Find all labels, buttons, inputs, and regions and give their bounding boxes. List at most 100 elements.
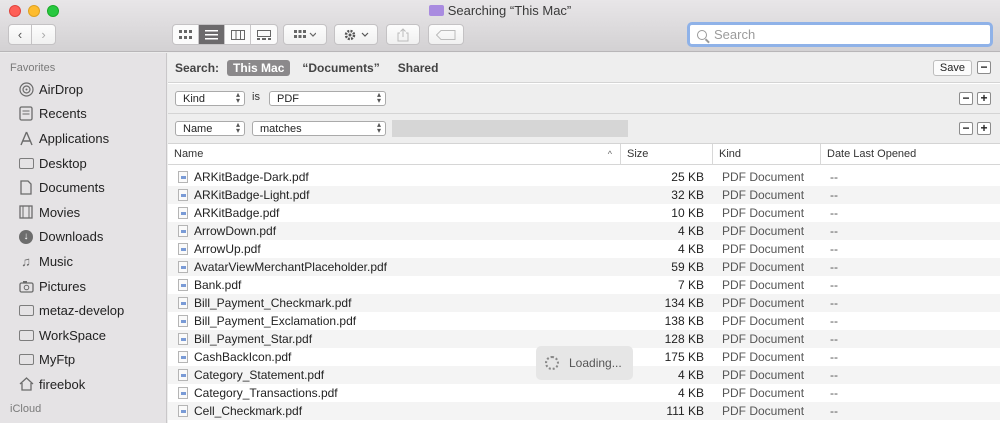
pdf-file-icon: [178, 261, 188, 273]
file-name: Bill_Payment_Checkmark.pdf: [194, 296, 352, 310]
desktop-icon: [18, 156, 34, 170]
remove-criteria-button[interactable]: −: [959, 92, 973, 105]
criteria-operator-popup[interactable]: matches ▴ ▾: [252, 121, 386, 136]
table-row[interactable]: ArrowDown.pdf 4 KB PDF Document --: [168, 222, 1000, 240]
criteria-attribute-popup[interactable]: Name ▴ ▾: [175, 121, 245, 136]
documents-icon: [18, 180, 34, 195]
gear-icon: [344, 29, 369, 40]
table-row[interactable]: Cell_Checkmark.pdf 111 KB PDF Document -…: [168, 402, 1000, 420]
column-header-kind[interactable]: Kind: [713, 144, 821, 165]
sidebar-item-applications[interactable]: Applications: [0, 126, 166, 151]
remove-criteria-button[interactable]: −: [959, 122, 973, 135]
search-field[interactable]: [687, 22, 993, 47]
sidebar-item-metaz-develop[interactable]: metaz-develop: [0, 298, 166, 323]
pdf-file-icon: [178, 405, 188, 417]
column-header-size[interactable]: Size: [621, 144, 713, 165]
criteria-value-popup[interactable]: PDF ▴ ▾: [269, 91, 386, 106]
file-name: AvatarViewMerchantPlaceholder.pdf: [194, 260, 388, 274]
file-name: Cell_Checkmark.pdf: [194, 404, 303, 418]
file-list: ARKitBadge-Dark.pdf 25 KB PDF Document -…: [168, 166, 1000, 423]
file-name: ArrowDown.pdf: [194, 224, 277, 238]
table-row[interactable]: Bill_Payment_Checkmark.pdf 134 KB PDF Do…: [168, 294, 1000, 312]
home-icon: [18, 377, 34, 392]
sidebar-item-airdrop[interactable]: AirDrop: [0, 77, 166, 102]
share-button[interactable]: [386, 24, 420, 45]
sidebar-item-label: WorkSpace: [39, 327, 106, 343]
sidebar-item-music[interactable]: ♫ Music: [0, 249, 166, 274]
sidebar-item-downloads[interactable]: ↓ Downloads: [0, 225, 166, 250]
action-menu-button[interactable]: [334, 24, 378, 45]
finder-window: Searching “This Mac” ‹ › Search Favorite…: [0, 0, 1000, 423]
table-row[interactable]: ARKitBadge-Light.pdf 32 KB PDF Document …: [168, 186, 1000, 204]
file-size: 10 KB: [671, 206, 704, 220]
loading-indicator: Loading...: [536, 346, 633, 380]
content-area: Search: This Mac “Documents” Shared Save…: [168, 53, 1000, 423]
pdf-file-icon: [178, 369, 188, 381]
sidebar-item-myftp[interactable]: MyFtp: [0, 348, 166, 373]
list-icon: [205, 29, 218, 39]
table-row[interactable]: ArrowUp.pdf 4 KB PDF Document --: [168, 240, 1000, 258]
sidebar-item-documents[interactable]: Documents: [0, 175, 166, 200]
table-row[interactable]: ARKitBadge-Dark.pdf 25 KB PDF Document -…: [168, 168, 1000, 186]
table-row[interactable]: Bank.pdf 7 KB PDF Document --: [168, 276, 1000, 294]
back-button[interactable]: ‹: [8, 24, 32, 45]
sidebar-item-fireebok[interactable]: fireebok: [0, 372, 166, 397]
toolbar: Searching “This Mac” ‹ ›: [0, 0, 1000, 52]
tags-button[interactable]: [428, 24, 464, 45]
loading-label: Loading...: [569, 356, 622, 370]
sidebar-item-recents[interactable]: Recents: [0, 102, 166, 127]
gallery-view-button[interactable]: [251, 25, 277, 44]
sidebar-item-label: fireebok: [39, 376, 86, 392]
file-name: Category_Transactions.pdf: [194, 386, 338, 400]
table-row[interactable]: ARKitBadge.pdf 10 KB PDF Document --: [168, 204, 1000, 222]
file-date-last-opened: --: [830, 332, 838, 346]
column-header-name[interactable]: Name ^: [168, 144, 621, 165]
view-mode-segmented-control: [172, 24, 278, 45]
file-size: 4 KB: [677, 386, 704, 400]
save-search-button[interactable]: Save: [932, 60, 972, 76]
file-date-last-opened: --: [830, 242, 838, 256]
add-criteria-button[interactable]: +: [977, 92, 991, 105]
file-size: 128 KB: [664, 332, 704, 346]
file-size: 4 KB: [677, 368, 704, 382]
file-name: ARKitBadge-Dark.pdf: [194, 170, 309, 184]
remove-scope-button[interactable]: −: [977, 61, 991, 74]
column-header-date-last-opened[interactable]: Date Last Opened: [821, 144, 1000, 165]
file-size: 59 KB: [671, 260, 704, 274]
criteria-attribute-popup[interactable]: Kind ▴ ▾: [175, 91, 245, 106]
pdf-file-icon: [178, 387, 188, 399]
add-criteria-button[interactable]: +: [977, 122, 991, 135]
spinner-icon: [545, 356, 559, 370]
sidebar-item-workspace[interactable]: WorkSpace: [0, 323, 166, 348]
search-input[interactable]: [714, 27, 974, 42]
table-row[interactable]: AvatarViewMerchantPlaceholder.pdf 59 KB …: [168, 258, 1000, 276]
scope-documents[interactable]: “Documents”: [296, 60, 385, 76]
sort-ascending-icon: ^: [607, 149, 612, 159]
file-size: 4 KB: [677, 224, 704, 238]
chevron-right-icon: ›: [41, 27, 46, 42]
sidebar-item-label: Movies: [39, 204, 81, 220]
sidebar-item-pictures[interactable]: Pictures: [0, 274, 166, 299]
list-view-button[interactable]: [199, 25, 225, 44]
table-row[interactable]: Bill_Payment_Exclamation.pdf 138 KB PDF …: [168, 312, 1000, 330]
scope-this-mac[interactable]: This Mac: [227, 59, 291, 76]
criteria-value-input[interactable]: [392, 120, 628, 137]
scope-shared[interactable]: Shared: [392, 60, 445, 76]
pdf-file-icon: [178, 315, 188, 327]
sidebar-item-movies[interactable]: Movies: [0, 200, 166, 225]
sidebar-heading-icloud: iCloud: [10, 402, 42, 415]
sidebar-item-desktop[interactable]: Desktop: [0, 151, 166, 176]
file-kind: PDF Document: [722, 170, 805, 184]
file-kind: PDF Document: [722, 332, 805, 346]
file-kind: PDF Document: [722, 386, 805, 400]
pictures-icon: [18, 279, 34, 293]
pdf-file-icon: [178, 279, 188, 291]
column-view-button[interactable]: [225, 25, 251, 44]
sidebar-item-label: Applications: [39, 130, 110, 146]
forward-button[interactable]: ›: [31, 24, 56, 45]
popup-arrows-icon: ▴ ▾: [376, 120, 381, 135]
table-row[interactable]: Category_Transactions.pdf 4 KB PDF Docum…: [168, 384, 1000, 402]
sidebar-item-label: Pictures: [39, 278, 86, 294]
group-by-button[interactable]: [283, 24, 327, 45]
icon-view-button[interactable]: [173, 25, 199, 44]
